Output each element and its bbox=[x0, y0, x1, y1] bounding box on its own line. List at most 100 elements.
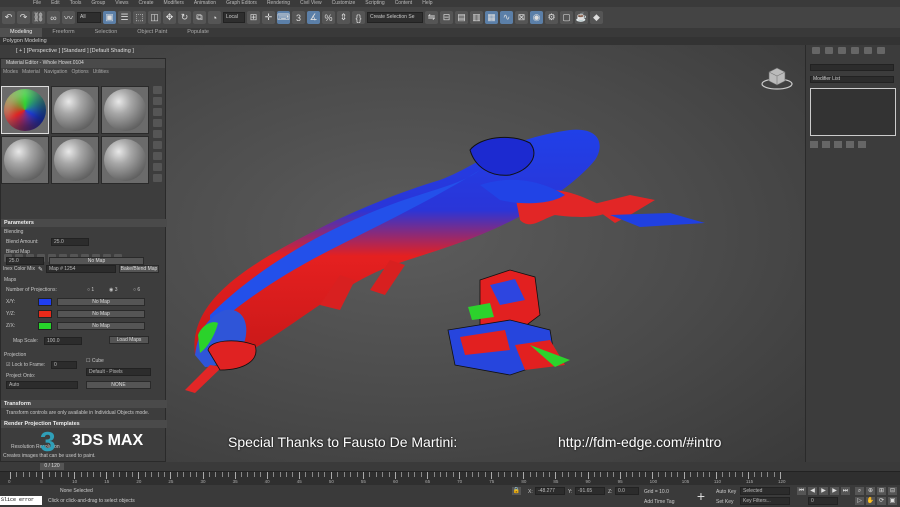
create-tab-icon[interactable] bbox=[812, 46, 820, 54]
pin-stack-icon[interactable] bbox=[810, 141, 818, 148]
link-icon[interactable]: ⛓ bbox=[32, 11, 45, 24]
zoom-extents-icon[interactable]: ⊞ bbox=[877, 487, 886, 495]
placement-icon[interactable]: ◔ bbox=[208, 11, 221, 24]
zoom-extents-all-icon[interactable]: ⊟ bbox=[888, 487, 897, 495]
region-select-icon[interactable]: ⬚ bbox=[133, 11, 146, 24]
menu-graph-editors[interactable]: Graph Editors bbox=[221, 0, 262, 7]
make-unique-icon[interactable] bbox=[834, 141, 842, 148]
cube-preset-select[interactable]: Default - Pixels bbox=[86, 368, 151, 376]
render-production-icon[interactable]: ☕ bbox=[575, 11, 588, 24]
transform-rollout[interactable]: Transform bbox=[1, 400, 167, 408]
menu-modifiers[interactable]: Modifiers bbox=[159, 0, 189, 7]
redo-icon[interactable]: ↷ bbox=[17, 11, 30, 24]
maxscript-listener[interactable]: Slice error bbox=[0, 496, 42, 505]
projection-radio-3[interactable]: ◉ 3 bbox=[109, 287, 118, 293]
axis-zx-color-swatch[interactable] bbox=[38, 322, 52, 330]
align-icon[interactable]: ⊟ bbox=[440, 11, 453, 24]
scale-icon[interactable]: ⧉ bbox=[193, 11, 206, 24]
fin-blue[interactable] bbox=[610, 213, 705, 227]
select-by-name-icon[interactable]: ☰ bbox=[118, 11, 131, 24]
track-bar[interactable]: 0 5 10 15 20 25 30 35 40 45 50 55 60 65 70 75 80 85 90 95 10… bbox=[0, 471, 900, 485]
zoom-all-icon[interactable]: ⊕ bbox=[866, 487, 875, 495]
projection-radio-1[interactable]: ○ 1 bbox=[87, 287, 94, 293]
cube-checkbox[interactable]: ☐ Cube bbox=[86, 358, 104, 364]
menu-help[interactable]: Help bbox=[417, 0, 437, 7]
reference-coordinate-select[interactable]: Local bbox=[223, 12, 245, 23]
eyedropper-icon[interactable]: ✎ bbox=[38, 266, 43, 273]
project-onto-select[interactable]: Auto bbox=[6, 381, 78, 389]
go-to-end-icon[interactable]: ⏭ bbox=[841, 487, 850, 495]
selection-filter-select[interactable]: All bbox=[77, 12, 101, 23]
fov-icon[interactable]: ▷ bbox=[855, 497, 864, 505]
modifier-stack[interactable] bbox=[810, 88, 896, 136]
map-name-field[interactable]: Map # 1254 bbox=[45, 265, 116, 273]
mirror-icon[interactable]: ⇋ bbox=[425, 11, 438, 24]
go-to-start-icon[interactable]: ⏮ bbox=[797, 487, 806, 495]
current-frame-field[interactable]: 0 bbox=[808, 497, 838, 505]
bind-spacewarp-icon[interactable]: 〰 bbox=[62, 11, 75, 24]
show-end-result-icon[interactable] bbox=[822, 141, 830, 148]
render-iterative-icon[interactable]: ◆ bbox=[590, 11, 603, 24]
material-menu-modes[interactable]: Modes bbox=[3, 68, 18, 76]
material-slot-1[interactable] bbox=[1, 86, 49, 134]
ribbon-toggle-icon[interactable]: ▦ bbox=[485, 11, 498, 24]
axis-zx-map-button[interactable]: No Map bbox=[57, 322, 145, 330]
window-crossing-icon[interactable]: ◫ bbox=[148, 11, 161, 24]
angle-snap-icon[interactable]: ∡ bbox=[307, 11, 320, 24]
next-frame-icon[interactable]: ▶ bbox=[830, 487, 839, 495]
curve-editor-icon[interactable]: ∿ bbox=[500, 11, 513, 24]
menu-views[interactable]: Views bbox=[110, 0, 133, 7]
material-menu-material[interactable]: Material bbox=[22, 68, 40, 76]
utilities-tab-icon[interactable] bbox=[877, 46, 885, 54]
key-selection-select[interactable]: Selected bbox=[740, 487, 790, 495]
video-color-check-icon[interactable] bbox=[153, 130, 162, 138]
material-editor-icon[interactable]: ◉ bbox=[530, 11, 543, 24]
ribbon-tab-selection[interactable]: Selection bbox=[85, 28, 128, 37]
pod[interactable] bbox=[207, 340, 257, 371]
lock-selection-icon[interactable]: 🔒 bbox=[512, 487, 521, 495]
y-coord-field[interactable]: -91.65 bbox=[575, 487, 605, 495]
material-slot-5[interactable] bbox=[51, 136, 99, 184]
material-navigator-icon[interactable] bbox=[153, 174, 162, 182]
play-icon[interactable]: ▶ bbox=[819, 487, 828, 495]
add-icon[interactable]: + bbox=[694, 489, 708, 503]
layer-manager-icon[interactable]: ▤ bbox=[455, 11, 468, 24]
manipulate-icon[interactable]: ✛ bbox=[262, 11, 275, 24]
time-slider[interactable]: 0 / 120 bbox=[0, 462, 900, 471]
unlink-icon[interactable]: ∞ bbox=[47, 11, 60, 24]
ribbon-tab-freeform[interactable]: Freeform bbox=[42, 28, 84, 37]
orbit-icon[interactable]: ⟳ bbox=[877, 497, 886, 505]
keyboard-shortcut-icon[interactable]: ⌨ bbox=[277, 11, 290, 24]
previous-frame-icon[interactable]: ◀ bbox=[808, 487, 817, 495]
none-button[interactable]: NONE bbox=[86, 381, 151, 389]
map-scale-spinner[interactable]: 100.0 bbox=[44, 337, 82, 345]
set-key-button[interactable]: Set Key bbox=[716, 499, 734, 505]
display-tab-icon[interactable] bbox=[864, 46, 872, 54]
sample-uv-tiling-icon[interactable] bbox=[153, 119, 162, 127]
lock-to-frame-checkbox[interactable]: ☑ Lock to Frame: bbox=[6, 362, 45, 368]
strut-left[interactable] bbox=[185, 365, 222, 393]
sample-type-icon[interactable] bbox=[153, 86, 162, 94]
lock-to-frame-spinner[interactable]: 0 bbox=[51, 361, 77, 369]
spinner-snap-icon[interactable]: ⇕ bbox=[337, 11, 350, 24]
add-time-tag[interactable]: Add Time Tag bbox=[644, 499, 674, 505]
modify-tab-icon[interactable] bbox=[825, 46, 833, 54]
menu-civil-view[interactable]: Civil View bbox=[295, 0, 327, 7]
menu-customize[interactable]: Customize bbox=[327, 0, 361, 7]
bake-blend-map-button[interactable]: Bake/Blend Map bbox=[118, 265, 159, 273]
key-filters-button[interactable]: Key Filters... bbox=[740, 497, 790, 505]
axis-xy-color-swatch[interactable] bbox=[38, 298, 52, 306]
engine-block[interactable] bbox=[447, 269, 570, 376]
menu-group[interactable]: Group bbox=[86, 0, 110, 7]
make-preview-icon[interactable] bbox=[153, 141, 162, 149]
pivot-center-icon[interactable]: ⊞ bbox=[247, 11, 260, 24]
axis-yz-map-button[interactable]: No Map bbox=[57, 310, 145, 318]
blend-amount-spinner[interactable]: 25.0 bbox=[51, 238, 89, 246]
modifier-list-select[interactable]: Modifier List bbox=[810, 76, 894, 83]
material-editor-title[interactable]: Material Editor - Whole Hover.0104 bbox=[1, 59, 165, 68]
axis-yz-color-swatch[interactable] bbox=[38, 310, 52, 318]
ribbon-tab-object-paint[interactable]: Object Paint bbox=[127, 28, 177, 37]
z-coord-field[interactable]: 0.0 bbox=[615, 487, 639, 495]
hierarchy-tab-icon[interactable] bbox=[838, 46, 846, 54]
ribbon-tab-modeling[interactable]: Modeling bbox=[0, 28, 43, 37]
